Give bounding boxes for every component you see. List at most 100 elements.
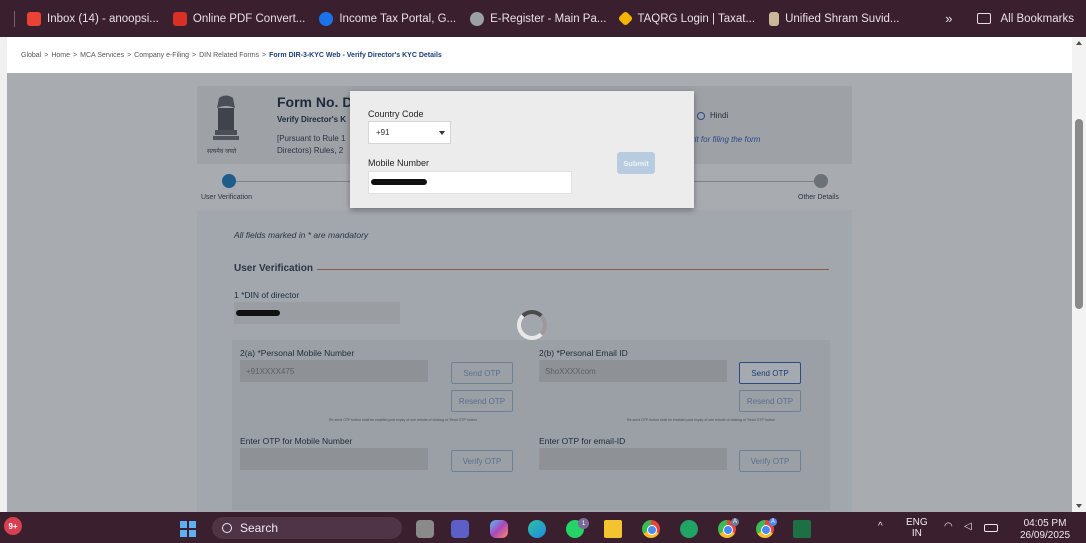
taskbar-search[interactable]: Search [212, 517, 402, 539]
language-hindi-label: Hindi [710, 111, 729, 120]
step-label-other-details: Other Details [798, 194, 839, 201]
national-emblem-icon [213, 95, 239, 140]
mobile-number-input[interactable]: +91XXXX475 [240, 360, 428, 382]
web-page: Global > Home > MCA Services > Company e-Fi… [7, 37, 1072, 512]
tray-overflow-icon[interactable]: ^ [878, 521, 883, 532]
step-label-user-verification: User Verification [201, 194, 252, 201]
otp-email-label: Enter OTP for email-ID [539, 436, 626, 446]
send-otp-email-button[interactable]: Send OTP [739, 362, 801, 384]
emblem-icon [769, 11, 780, 26]
country-code-select[interactable]: +91 [368, 121, 451, 144]
form-subtitle: Verify Director's K [277, 115, 347, 124]
scroll-thumb[interactable] [1075, 119, 1083, 309]
resend-otp-email-button[interactable]: Resend OTP [739, 390, 801, 412]
breadcrumb-separator: > [127, 51, 132, 59]
pdf-icon [172, 11, 187, 26]
section-title: User Verification [234, 263, 313, 274]
bookmark-label: Income Tax Portal, G... [339, 12, 457, 25]
folder-icon [976, 13, 991, 24]
todo-app-icon[interactable] [680, 520, 698, 538]
search-icon [222, 523, 232, 533]
verify-otp-email-button[interactable]: Verify OTP [739, 450, 801, 472]
send-otp-mobile-button[interactable]: Send OTP [451, 362, 513, 384]
loading-spinner-icon [517, 310, 547, 340]
battery-icon[interactable] [984, 524, 998, 532]
breadcrumb-global[interactable]: Global [21, 52, 41, 59]
gmail-icon [27, 11, 41, 26]
step-dot-active [222, 174, 236, 188]
clock-time: 04:05 PM [1023, 518, 1067, 529]
mandatory-note: All fields marked in * are mandatory [234, 230, 369, 240]
region-code: IN [911, 528, 922, 539]
taqrg-icon [618, 10, 634, 27]
vertical-scrollbar[interactable] [1072, 37, 1086, 512]
form-title: Form No. D [277, 94, 353, 110]
scroll-down-arrow-icon[interactable] [1076, 504, 1082, 508]
din-label: 1 *DIN of director [234, 290, 300, 300]
file-explorer-icon[interactable] [604, 520, 622, 538]
redaction-mark [236, 310, 280, 316]
all-bookmarks-button[interactable]: All Bookmarks [1001, 13, 1075, 25]
step-dot-inactive [814, 174, 828, 188]
email-input[interactable]: ShoXXXXcom [539, 360, 727, 382]
bookmark-taqrg[interactable]: TAQRG Login | Taxat... [618, 10, 755, 27]
email-label: 2(b) *Personal Email ID [539, 348, 628, 358]
bookmark-label: Inbox (14) - anoopsi... [47, 12, 159, 25]
edge-icon[interactable] [528, 520, 546, 538]
mobile-number-label: Mobile Number [368, 158, 430, 168]
breadcrumb-separator: > [262, 51, 267, 59]
submit-button[interactable]: Submit [617, 152, 655, 174]
otp-note-mobile: Re-send OTP button shall be enabled post… [329, 418, 478, 422]
breadcrumb: Global > Home > MCA Services > Company e-Fi… [7, 37, 1072, 73]
country-code-label: Country Code [368, 109, 424, 119]
bookmarks-overflow-button[interactable]: » [945, 11, 952, 26]
system-clock[interactable]: 04:05 PM 26/09/2025 [1020, 518, 1070, 542]
bookmarks-separator [14, 10, 15, 27]
profile-badge: A [769, 518, 777, 526]
breadcrumb-din-forms[interactable]: DIN Related Forms [199, 52, 259, 59]
excel-icon[interactable] [793, 520, 811, 538]
bookmark-label: Unified Shram Suvid... [785, 12, 900, 25]
otp-mobile-input[interactable] [240, 448, 428, 470]
notification-badge[interactable]: 9+ [4, 517, 22, 535]
breadcrumb-mca-services[interactable]: MCA Services [80, 52, 124, 59]
task-view-icon[interactable] [416, 520, 434, 538]
chevron-down-icon [439, 131, 445, 135]
breadcrumb-separator: > [73, 51, 78, 59]
wifi-icon[interactable]: ◠ [944, 521, 953, 532]
mobile-verification-modal: Country Code +91 Mobile Number Submit [350, 91, 694, 208]
profile-badge: A [731, 518, 739, 526]
scroll-up-arrow-icon[interactable] [1076, 41, 1082, 45]
windows-taskbar: 9+ Search 1 A A ^ ENG IN ◠ ◁ 04:05 PM 26… [0, 512, 1086, 543]
verify-otp-mobile-button[interactable]: Verify OTP [451, 450, 513, 472]
copilot-icon[interactable] [490, 520, 508, 538]
bookmarks-bar: Inbox (14) - anoopsi... Online PDF Conve… [0, 0, 1086, 37]
volume-icon[interactable]: ◁ [964, 521, 972, 532]
country-code-value: +91 [376, 128, 390, 137]
bookmark-e-register[interactable]: E-Register - Main Pa... [470, 11, 606, 26]
bookmark-gmail[interactable]: Inbox (14) - anoopsi... [27, 11, 159, 26]
redaction-mark [371, 179, 427, 185]
radio-button[interactable] [697, 111, 705, 120]
income-tax-icon [319, 11, 334, 26]
windows-start-icon[interactable] [180, 521, 196, 537]
breadcrumb-home[interactable]: Home [51, 52, 70, 59]
teams-icon[interactable] [451, 520, 469, 538]
filing-kit-link[interactable]: n kit for filing the form [684, 135, 760, 144]
bookmark-income-tax[interactable]: Income Tax Portal, G... [319, 11, 457, 26]
globe-icon [470, 11, 485, 26]
chrome-icon[interactable] [642, 520, 660, 538]
language-hindi-option[interactable]: Hindi [697, 111, 728, 120]
breadcrumb-separator: > [44, 51, 49, 59]
bookmark-label: Online PDF Convert... [192, 12, 306, 25]
breadcrumb-current: Form DIR-3-KYC Web - Verify Director's K… [269, 51, 442, 59]
bookmark-pdf-converter[interactable]: Online PDF Convert... [172, 11, 306, 26]
modal-mobile-input[interactable] [368, 171, 572, 194]
din-input[interactable] [234, 302, 400, 324]
bookmark-shram-suvidha[interactable]: Unified Shram Suvid... [769, 11, 900, 26]
otp-email-input[interactable] [539, 448, 727, 470]
breadcrumb-company-efiling[interactable]: Company e-Filing [134, 52, 189, 59]
resend-otp-mobile-button[interactable]: Resend OTP [451, 390, 513, 412]
otp-mobile-label: Enter OTP for Mobile Number [240, 436, 353, 446]
language-indicator[interactable]: ENG IN [906, 517, 928, 539]
